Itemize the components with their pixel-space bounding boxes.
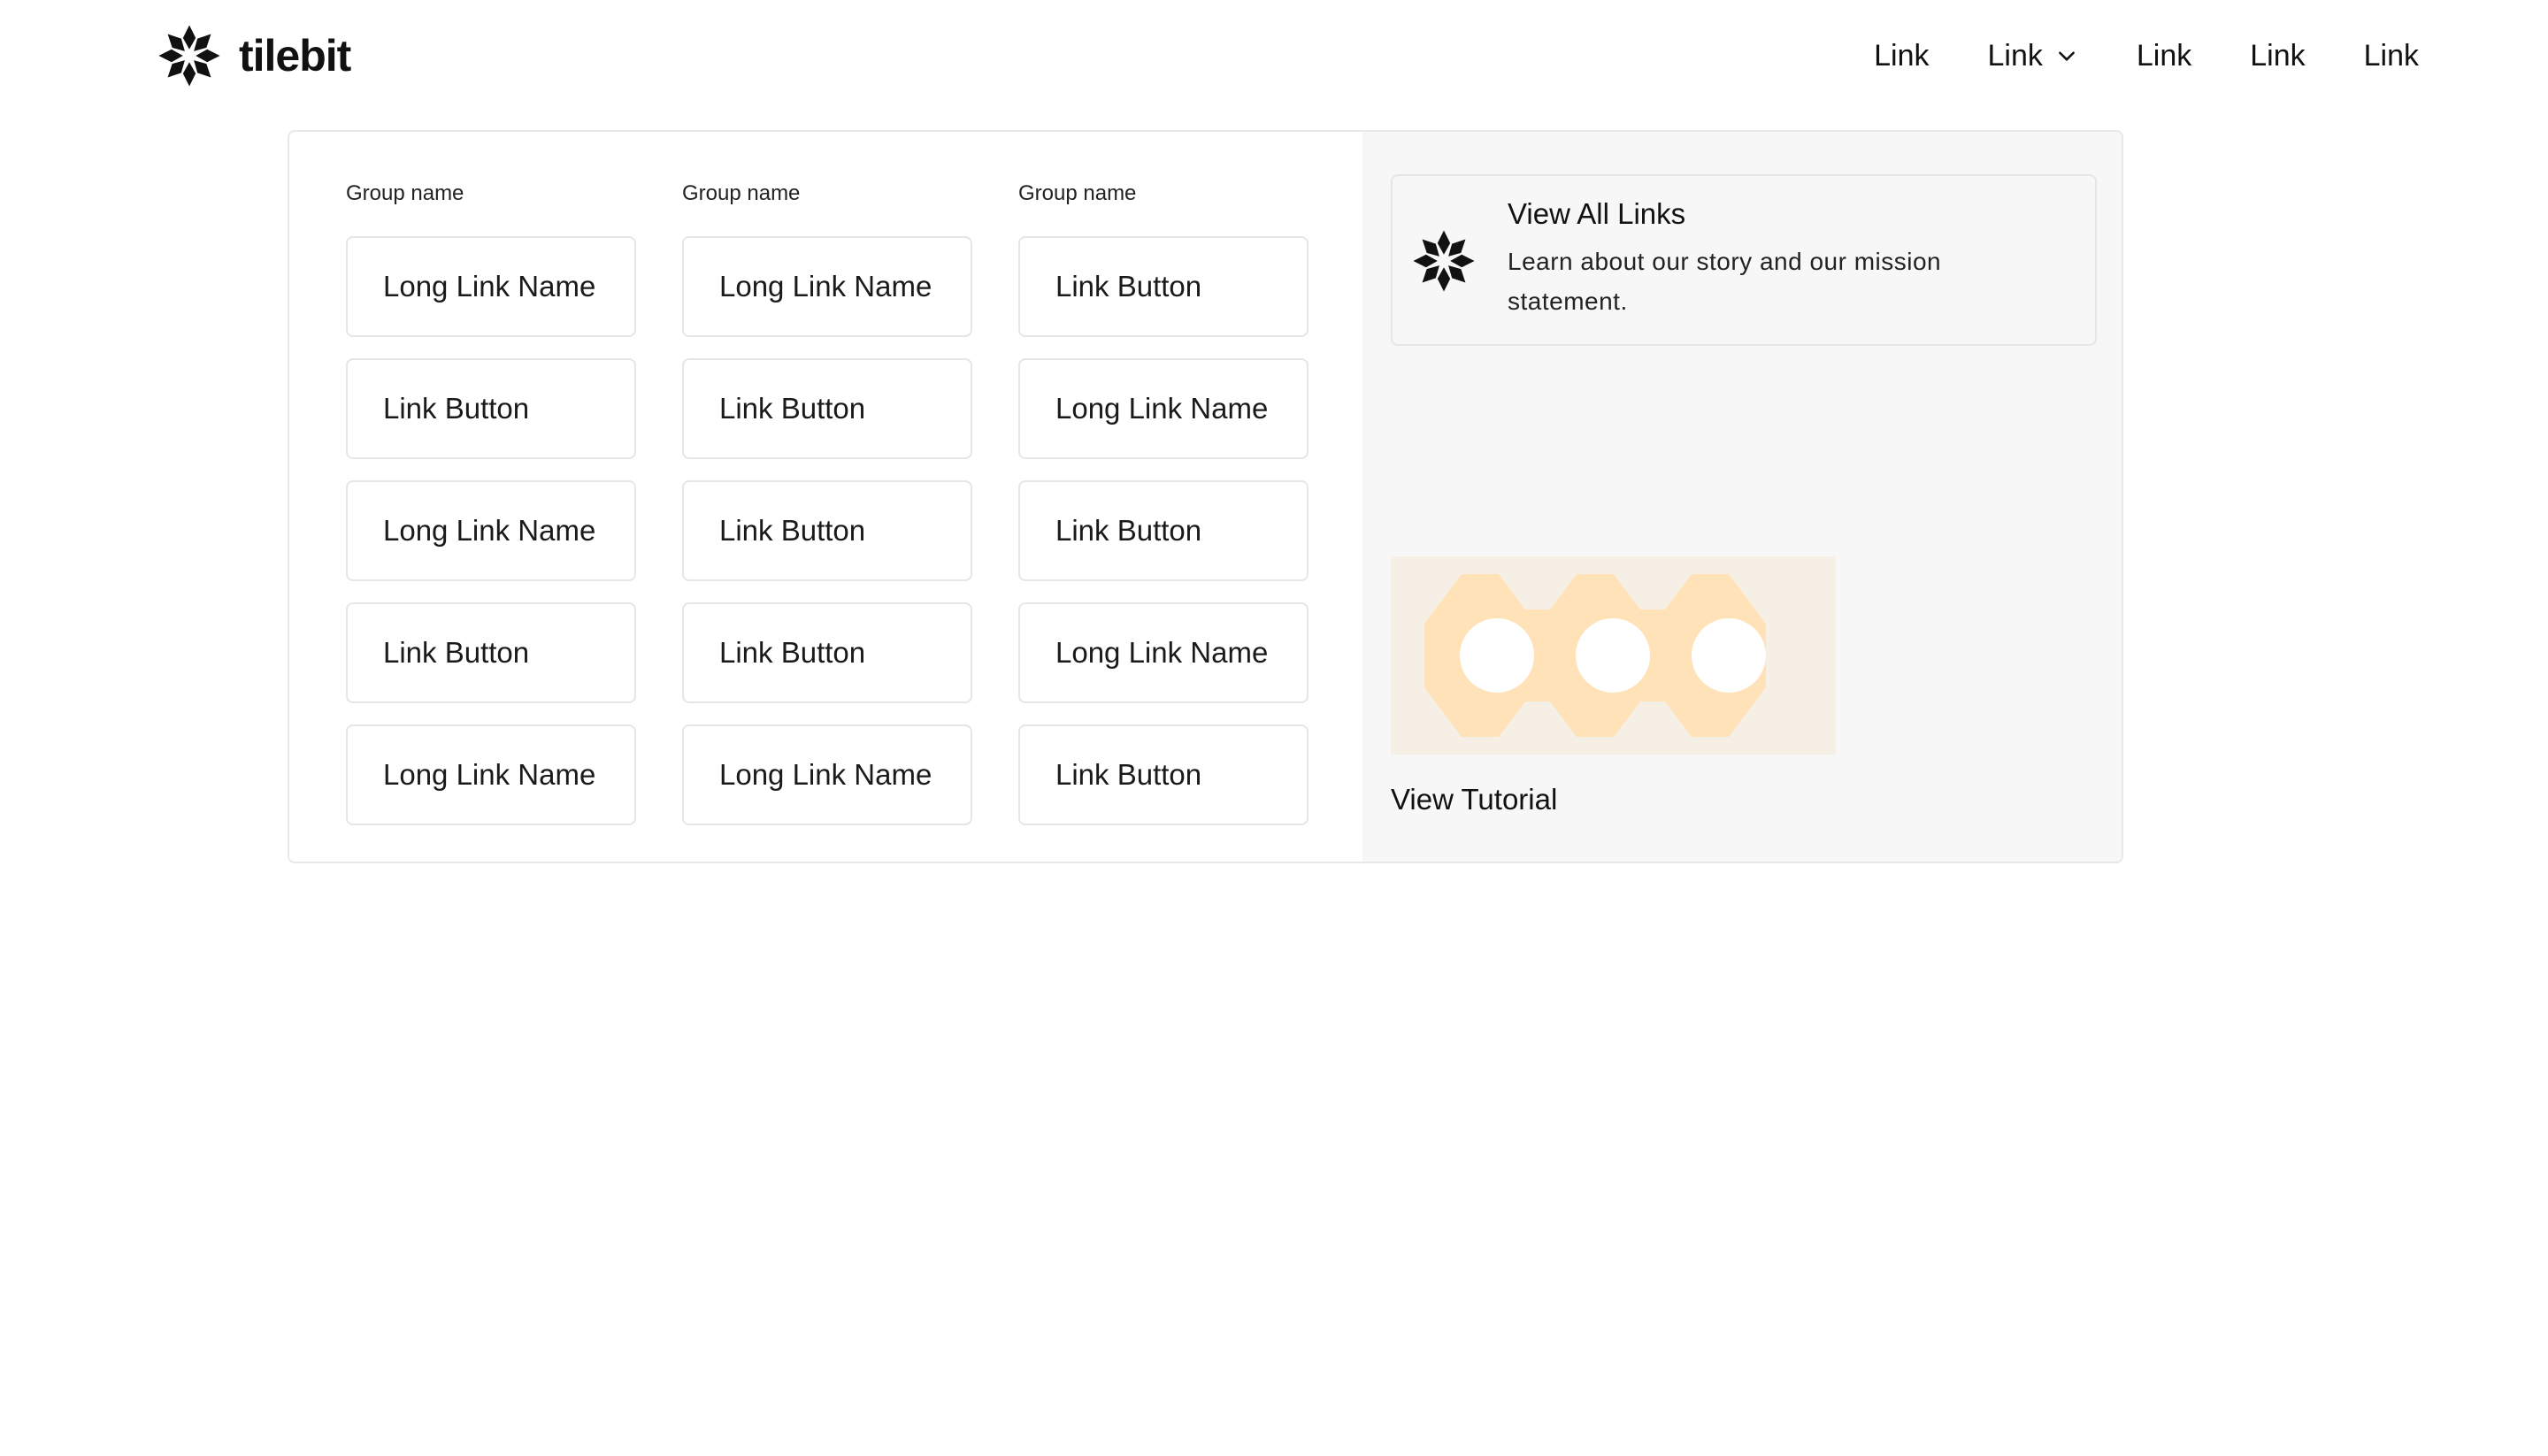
nav-link-label: Link <box>2250 38 2306 73</box>
nav-link-2-dropdown[interactable]: Link <box>1988 39 2078 73</box>
link-group-2: Group name Long Link Name Link Button Li… <box>682 180 972 862</box>
link-groups: Group name Long Link Name Link Button Lo… <box>289 132 1362 862</box>
menu-link-button[interactable]: Long Link Name <box>346 724 636 825</box>
menu-link-button[interactable]: Long Link Name <box>346 236 636 337</box>
menu-link-button[interactable]: Link Button <box>346 602 636 703</box>
nav-link-label: Link <box>2363 38 2419 73</box>
hexagon-pattern-image <box>1391 556 1836 755</box>
nav-link-label: Link <box>1874 38 1930 73</box>
menu-link-button[interactable]: Link Button <box>1018 724 1309 825</box>
nav-link-3[interactable]: Link <box>2137 39 2191 73</box>
card-description: Learn about our story and our mission st… <box>1508 248 1942 315</box>
link-group-1: Group name Long Link Name Link Button Lo… <box>346 180 636 862</box>
tutorial-thumbnail[interactable] <box>1391 556 1836 755</box>
link-group-3: Group name Link Button Long Link Name Li… <box>1018 180 1309 862</box>
nav-links: Link Link Link Link Link <box>1874 30 2419 81</box>
menu-link-button[interactable]: Long Link Name <box>346 480 636 581</box>
star-flower-icon <box>158 25 220 87</box>
group-title: Group name <box>346 181 464 205</box>
navbar: tilebit Link Link Link Link Link <box>0 0 2548 111</box>
view-all-links-card[interactable]: View All Links Learn about our story and… <box>1391 174 2097 346</box>
nav-link-1[interactable]: Link <box>1874 39 1929 73</box>
menu-link-button[interactable]: Link Button <box>682 602 972 703</box>
view-tutorial-link[interactable]: View Tutorial <box>1391 783 1557 816</box>
nav-link-label: Link <box>2136 38 2192 73</box>
mega-menu-panel: Group name Long Link Name Link Button Lo… <box>288 130 2123 863</box>
menu-link-button[interactable]: Long Link Name <box>1018 358 1309 459</box>
menu-link-button[interactable]: Link Button <box>682 480 972 581</box>
menu-link-button[interactable]: Long Link Name <box>682 724 972 825</box>
menu-side-panel: View All Links Learn about our story and… <box>1362 132 2122 862</box>
card-body: View All Links Learn about our story and… <box>1508 197 2003 321</box>
menu-link-button[interactable]: Link Button <box>682 358 972 459</box>
group-title: Group name <box>682 181 801 205</box>
menu-link-button[interactable]: Long Link Name <box>1018 602 1309 703</box>
brand-name: tilebit <box>239 31 351 80</box>
star-flower-icon <box>1413 230 1475 292</box>
menu-link-button[interactable]: Link Button <box>1018 480 1309 581</box>
menu-link-button[interactable]: Link Button <box>1018 236 1309 337</box>
group-title: Group name <box>1018 181 1137 205</box>
nav-link-5[interactable]: Link <box>2364 39 2419 73</box>
card-title: View All Links <box>1508 197 1686 230</box>
menu-link-button[interactable]: Long Link Name <box>682 236 972 337</box>
brand-logo[interactable]: tilebit <box>157 23 351 88</box>
nav-link-4[interactable]: Link <box>2250 39 2305 73</box>
chevron-down-icon <box>2058 51 2075 61</box>
nav-link-label: Link <box>1987 38 2043 73</box>
menu-link-button[interactable]: Link Button <box>346 358 636 459</box>
